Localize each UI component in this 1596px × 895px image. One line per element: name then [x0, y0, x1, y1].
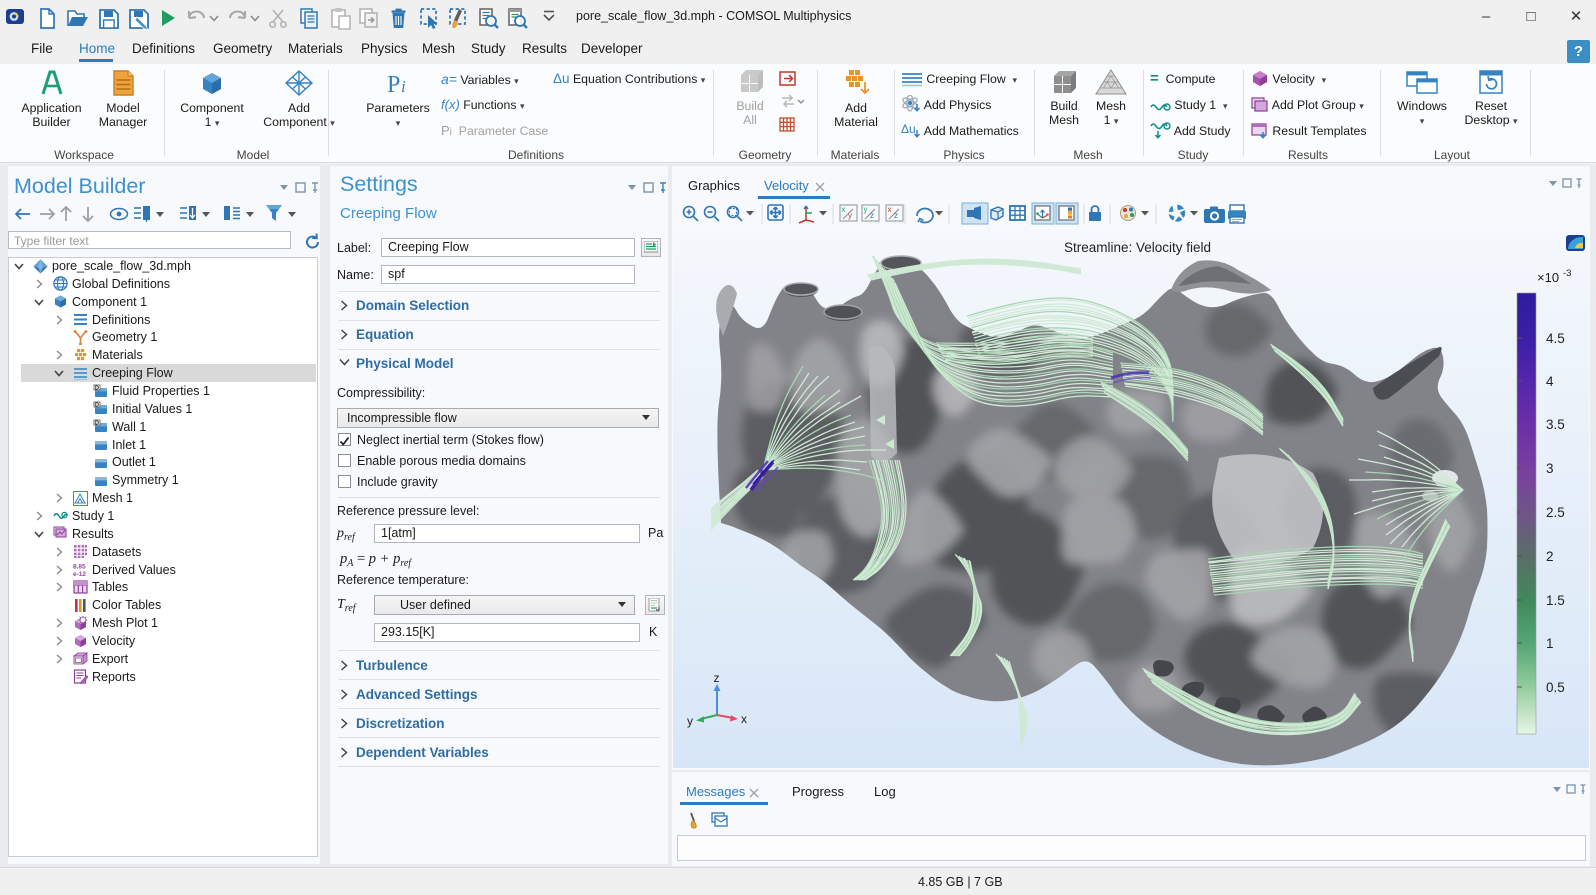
svg-text:3: 3 [1546, 461, 1554, 476]
svg-text:4: 4 [1546, 374, 1554, 389]
svg-text:Streamline: Velocity field: Streamline: Velocity field [1064, 240, 1211, 255]
svg-text:4.5: 4.5 [1546, 331, 1565, 346]
svg-text:D: D [95, 385, 99, 391]
svg-text:i: i [401, 77, 406, 96]
svg-text:×10: ×10 [1537, 270, 1559, 285]
svg-text:1: 1 [1546, 636, 1554, 651]
svg-text:x: x [741, 712, 747, 726]
svg-text:z: z [714, 671, 720, 685]
svg-text:x: x [842, 205, 846, 214]
svg-text:P: P [387, 72, 400, 98]
svg-text:y: y [687, 714, 693, 728]
svg-text:y: y [864, 205, 868, 214]
svg-text:e-12: e-12 [73, 571, 86, 577]
svg-text:0.5: 0.5 [1546, 680, 1565, 695]
svg-text:2.5: 2.5 [1546, 505, 1565, 520]
svg-text:1.5: 1.5 [1546, 593, 1565, 608]
svg-text:8.85: 8.85 [73, 564, 86, 571]
svg-text:3.5: 3.5 [1546, 417, 1565, 432]
svg-text:D: D [95, 421, 99, 427]
svg-text:2: 2 [1546, 549, 1554, 564]
svg-text:D: D [95, 403, 99, 409]
svg-text:Δu: Δu [901, 122, 916, 136]
svg-text:-3: -3 [1563, 268, 1571, 279]
svg-text:x: x [888, 205, 892, 214]
